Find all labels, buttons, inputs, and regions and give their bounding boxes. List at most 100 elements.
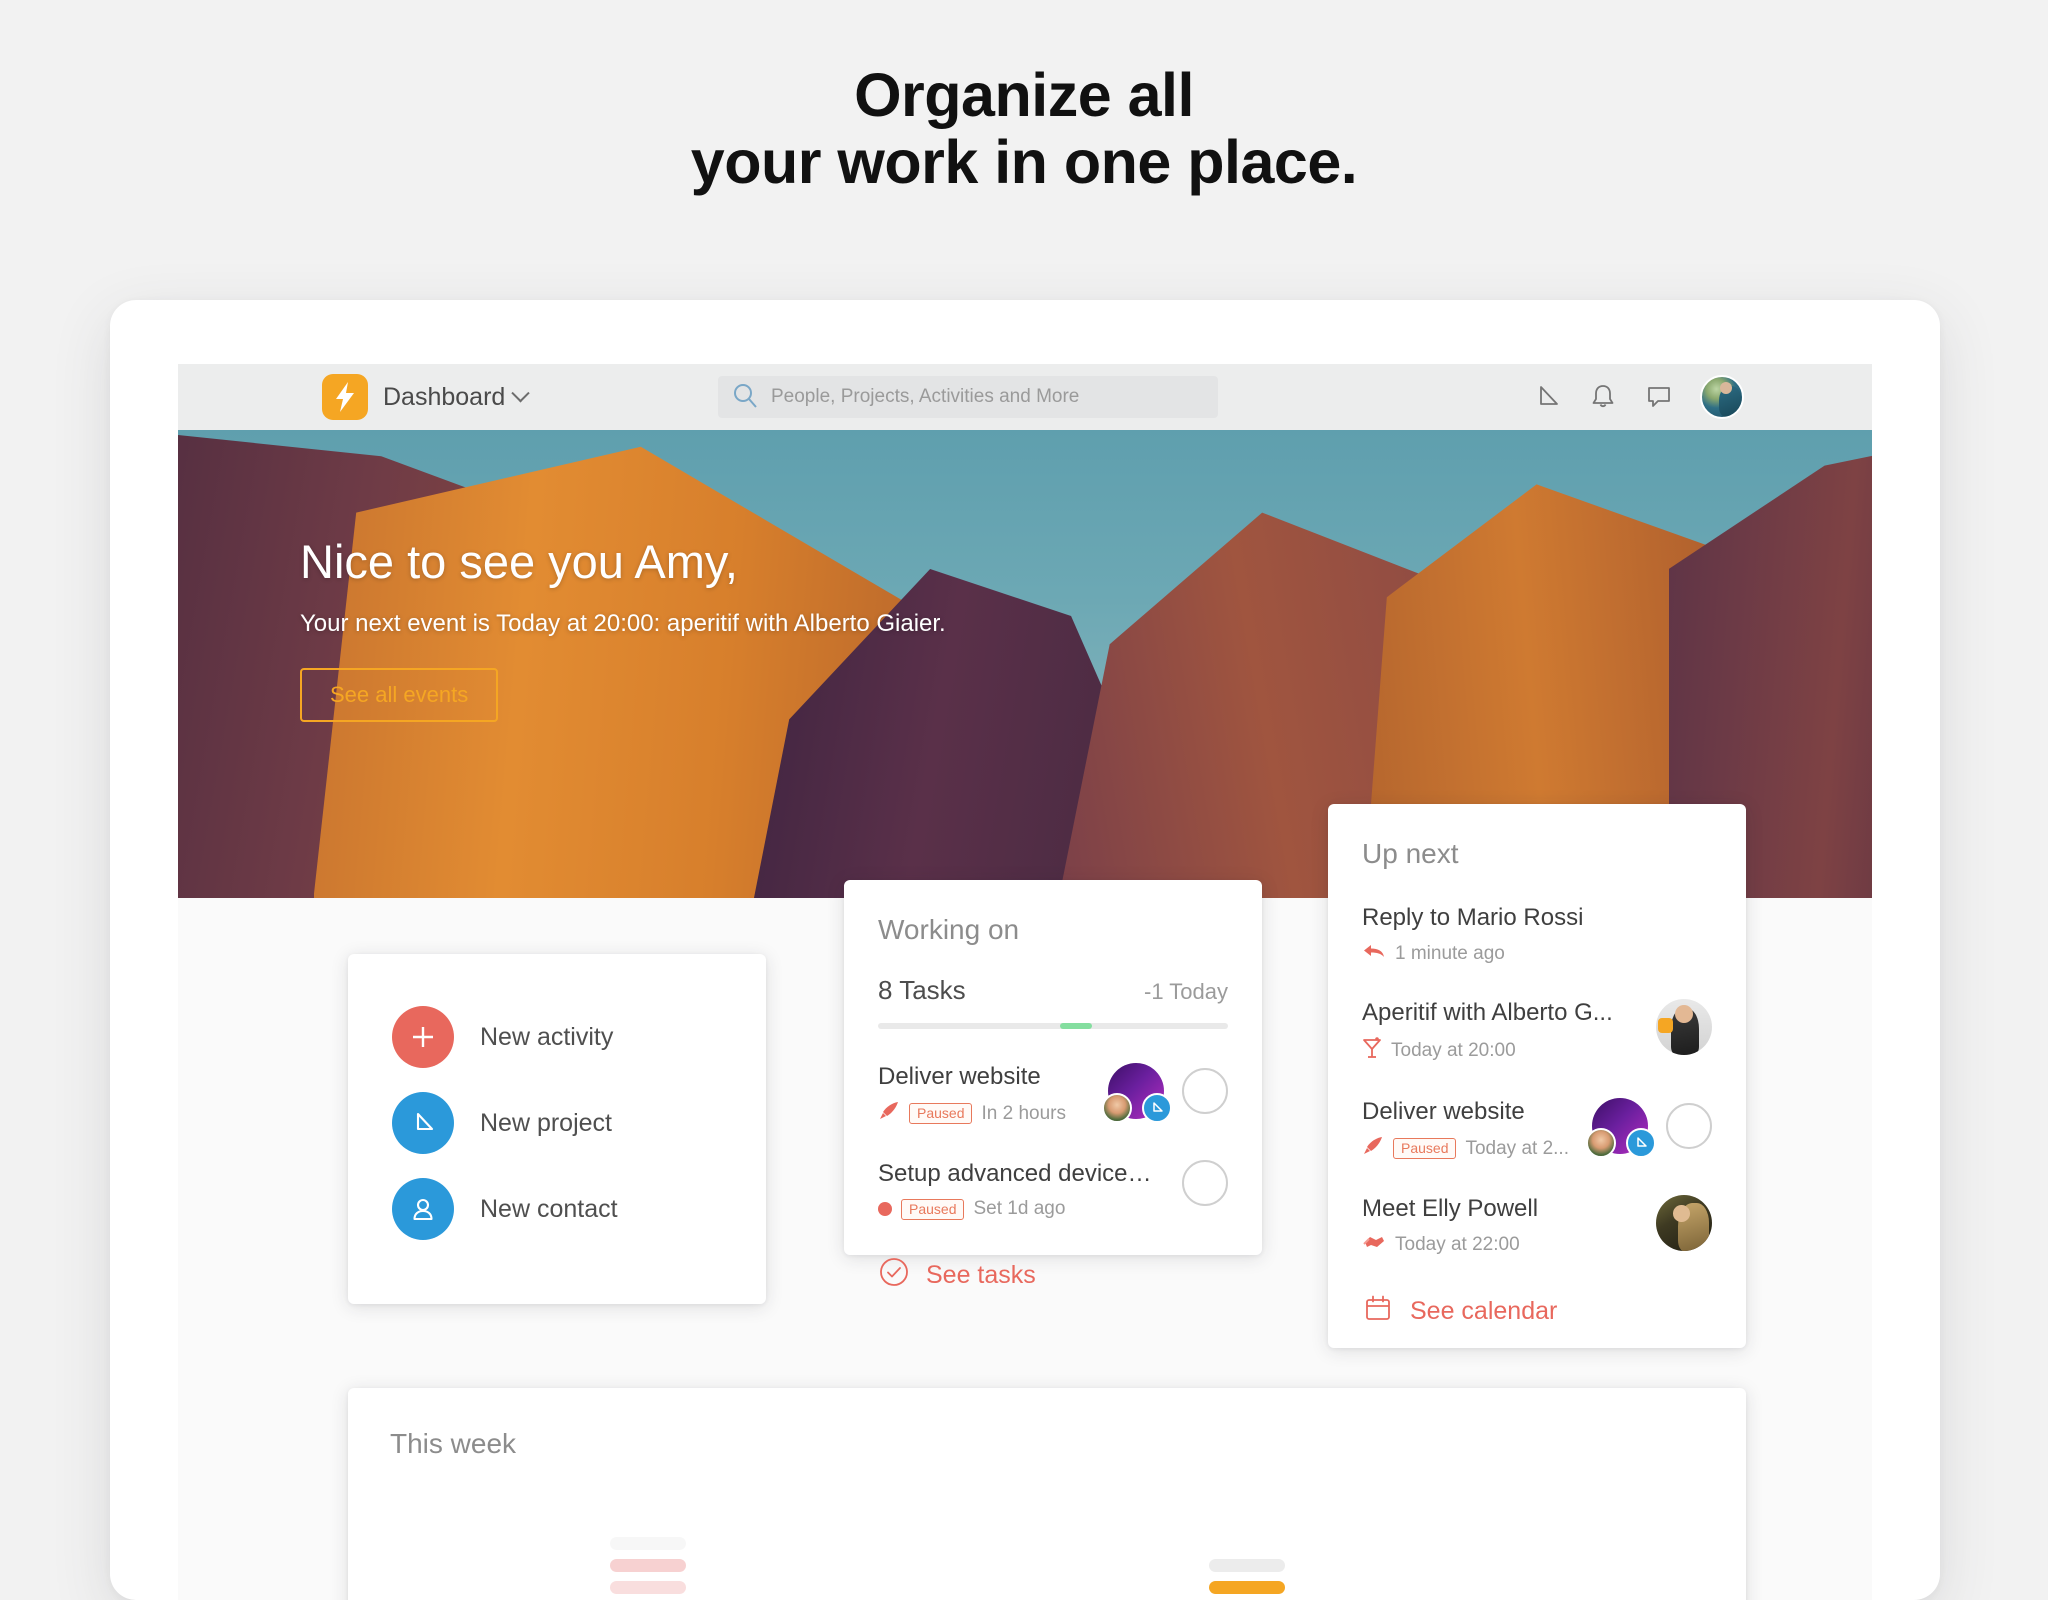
new-contact-button[interactable]: New contact bbox=[392, 1166, 766, 1252]
event-meta: Today at 20:00 bbox=[1362, 1037, 1644, 1064]
app-window: Dashboard People, Projects, Activities a… bbox=[110, 300, 1940, 1600]
working-on-card: Working on 8 Tasks -1 Today Deliver webs… bbox=[844, 880, 1262, 1289]
table-row[interactable]: Deliver website Paused In 2 hours bbox=[878, 1063, 1228, 1126]
event-time: Today at 22:00 bbox=[1395, 1233, 1520, 1255]
event-title: Reply to Mario Rossi bbox=[1362, 904, 1584, 931]
event-title: Aperitif with Alberto G... bbox=[1362, 999, 1613, 1026]
hero-greeting: Nice to see you Amy, bbox=[300, 535, 738, 588]
list-item[interactable]: Aperitif with Alberto G... Today at 20:0… bbox=[1362, 999, 1712, 1064]
task-complete-checkbox[interactable] bbox=[1182, 1068, 1228, 1114]
plus-icon bbox=[392, 1006, 454, 1068]
member-avatar bbox=[1102, 1093, 1132, 1123]
event-actions bbox=[1586, 1098, 1712, 1158]
this-week-card: This week Mon 25Tue 26Wed 27Thu 28Fri 29… bbox=[348, 1388, 1746, 1600]
task-progress-bar bbox=[878, 1023, 1228, 1029]
event-meta: Today at 22:00 bbox=[1362, 1233, 1644, 1256]
event-time: Today at 20:00 bbox=[1391, 1039, 1516, 1061]
this-week-title: This week bbox=[390, 1428, 517, 1459]
search-placeholder: People, Projects, Activities and More bbox=[771, 386, 1080, 407]
task-actions bbox=[1168, 1160, 1228, 1206]
event-time: 1 minute ago bbox=[1395, 942, 1505, 964]
red-dot-icon bbox=[878, 1202, 892, 1216]
day-bar bbox=[1208, 1581, 1285, 1594]
cocktail-icon bbox=[1362, 1037, 1382, 1064]
today-delta: -1 Today bbox=[1144, 979, 1228, 1004]
rocket-icon bbox=[1362, 1136, 1384, 1161]
list-item[interactable]: Deliver website Paused Today at 2... bbox=[1362, 1098, 1712, 1161]
team-avatars[interactable] bbox=[1586, 1098, 1656, 1158]
see-tasks-label: See tasks bbox=[926, 1261, 1036, 1289]
chat-bubble-icon[interactable] bbox=[1644, 382, 1674, 412]
see-calendar-link[interactable]: See calendar bbox=[1362, 1292, 1712, 1331]
event-meta: Paused Today at 2... bbox=[1362, 1136, 1580, 1161]
bell-icon[interactable] bbox=[1588, 382, 1618, 412]
headline-line-1: Organize all bbox=[854, 61, 1194, 129]
headline-line-2: your work in one place. bbox=[690, 128, 1358, 197]
task-complete-checkbox[interactable] bbox=[1182, 1160, 1228, 1206]
app-header: Dashboard People, Projects, Activities a… bbox=[178, 364, 1872, 430]
see-all-events-button[interactable]: See all events bbox=[300, 668, 499, 722]
header-brand[interactable]: Dashboard bbox=[322, 374, 531, 420]
person-icon bbox=[392, 1178, 454, 1240]
lightning-bolt-logo bbox=[322, 374, 368, 420]
list-item[interactable]: Reply to Mario Rossi 1 minute ago bbox=[1362, 904, 1712, 965]
day-bars bbox=[609, 1537, 686, 1600]
task-due: Set 1d ago bbox=[973, 1198, 1066, 1219]
task-meta: Paused Set 1d ago bbox=[878, 1198, 1156, 1220]
see-calendar-label: See calendar bbox=[1410, 1297, 1558, 1325]
event-title: Meet Elly Powell bbox=[1362, 1195, 1539, 1222]
task-meta: Paused In 2 hours bbox=[878, 1101, 1096, 1126]
working-on-title: Working on bbox=[878, 914, 1020, 945]
search-input[interactable]: People, Projects, Activities and More bbox=[718, 376, 1218, 418]
chevron-down-icon[interactable] bbox=[511, 383, 531, 402]
hero-content: Nice to see you Amy, Your next event is … bbox=[300, 534, 946, 722]
status-badge: Paused bbox=[1393, 1138, 1457, 1159]
new-project-button[interactable]: New project bbox=[392, 1080, 766, 1166]
week-day-column[interactable]: Tue 26 bbox=[548, 1504, 748, 1600]
day-bar bbox=[609, 1581, 686, 1594]
reply-arrow-icon bbox=[1362, 942, 1386, 965]
list-item[interactable]: Meet Elly Powell Today at 22:00 bbox=[1362, 1195, 1712, 1256]
avatar[interactable] bbox=[1700, 375, 1744, 419]
week-day-column[interactable]: Mon 25 bbox=[348, 1504, 548, 1600]
alberto-avatar[interactable] bbox=[1656, 999, 1712, 1055]
member-avatar bbox=[1586, 1128, 1616, 1158]
event-time: Today at 2... bbox=[1465, 1137, 1569, 1159]
project-triangle-icon bbox=[1626, 1128, 1656, 1158]
task-title: Deliver website bbox=[878, 1063, 1041, 1090]
table-row[interactable]: Setup advanced device l... Paused Set 1d… bbox=[878, 1160, 1228, 1220]
week-day-column[interactable]: Wed 27 bbox=[747, 1504, 947, 1600]
elly-avatar[interactable] bbox=[1656, 1195, 1712, 1251]
new-contact-label: New contact bbox=[480, 1194, 618, 1223]
quick-actions-card: New activity New project New contact bbox=[348, 954, 766, 1304]
projects-icon[interactable] bbox=[1532, 382, 1562, 412]
week-chart: Mon 25Tue 26Wed 27Thu 28Fri 29Sat 30Sun … bbox=[348, 1504, 1746, 1600]
status-badge: Paused bbox=[901, 1198, 965, 1220]
project-triangle-icon bbox=[1142, 1093, 1172, 1123]
app-title: Dashboard bbox=[383, 382, 506, 411]
event-title: Deliver website bbox=[1362, 1098, 1525, 1125]
team-avatars[interactable] bbox=[1102, 1063, 1172, 1123]
task-actions bbox=[1102, 1063, 1228, 1123]
week-day-column[interactable]: Sat 30 bbox=[1347, 1504, 1547, 1600]
task-count: 8 Tasks bbox=[878, 975, 966, 1005]
search-icon bbox=[732, 382, 758, 413]
progress-segment bbox=[1060, 1023, 1092, 1029]
week-day-column[interactable]: Fri 29 bbox=[1147, 1504, 1347, 1600]
event-actions bbox=[1656, 1195, 1712, 1251]
working-on-stats: 8 Tasks -1 Today bbox=[878, 975, 1228, 1006]
task-complete-checkbox[interactable] bbox=[1666, 1103, 1712, 1149]
page-title: Organize all your work in one place. bbox=[0, 0, 2048, 196]
task-title: Setup advanced device l... bbox=[878, 1160, 1156, 1187]
hero-subtitle: Your next event is Today at 20:00: aperi… bbox=[300, 610, 946, 637]
header-actions bbox=[1532, 364, 1744, 430]
status-badge: Paused bbox=[909, 1103, 973, 1124]
new-activity-button[interactable]: New activity bbox=[392, 994, 766, 1080]
week-day-column[interactable]: Thu 28 bbox=[947, 1504, 1147, 1600]
app-viewport: Dashboard People, Projects, Activities a… bbox=[178, 364, 1872, 1600]
week-day-column[interactable]: Sun 1 bbox=[1546, 1504, 1746, 1600]
see-tasks-link[interactable]: See tasks bbox=[878, 1256, 1228, 1295]
rocket-icon bbox=[878, 1101, 900, 1126]
event-actions bbox=[1656, 999, 1712, 1055]
check-circle-icon bbox=[878, 1256, 910, 1295]
